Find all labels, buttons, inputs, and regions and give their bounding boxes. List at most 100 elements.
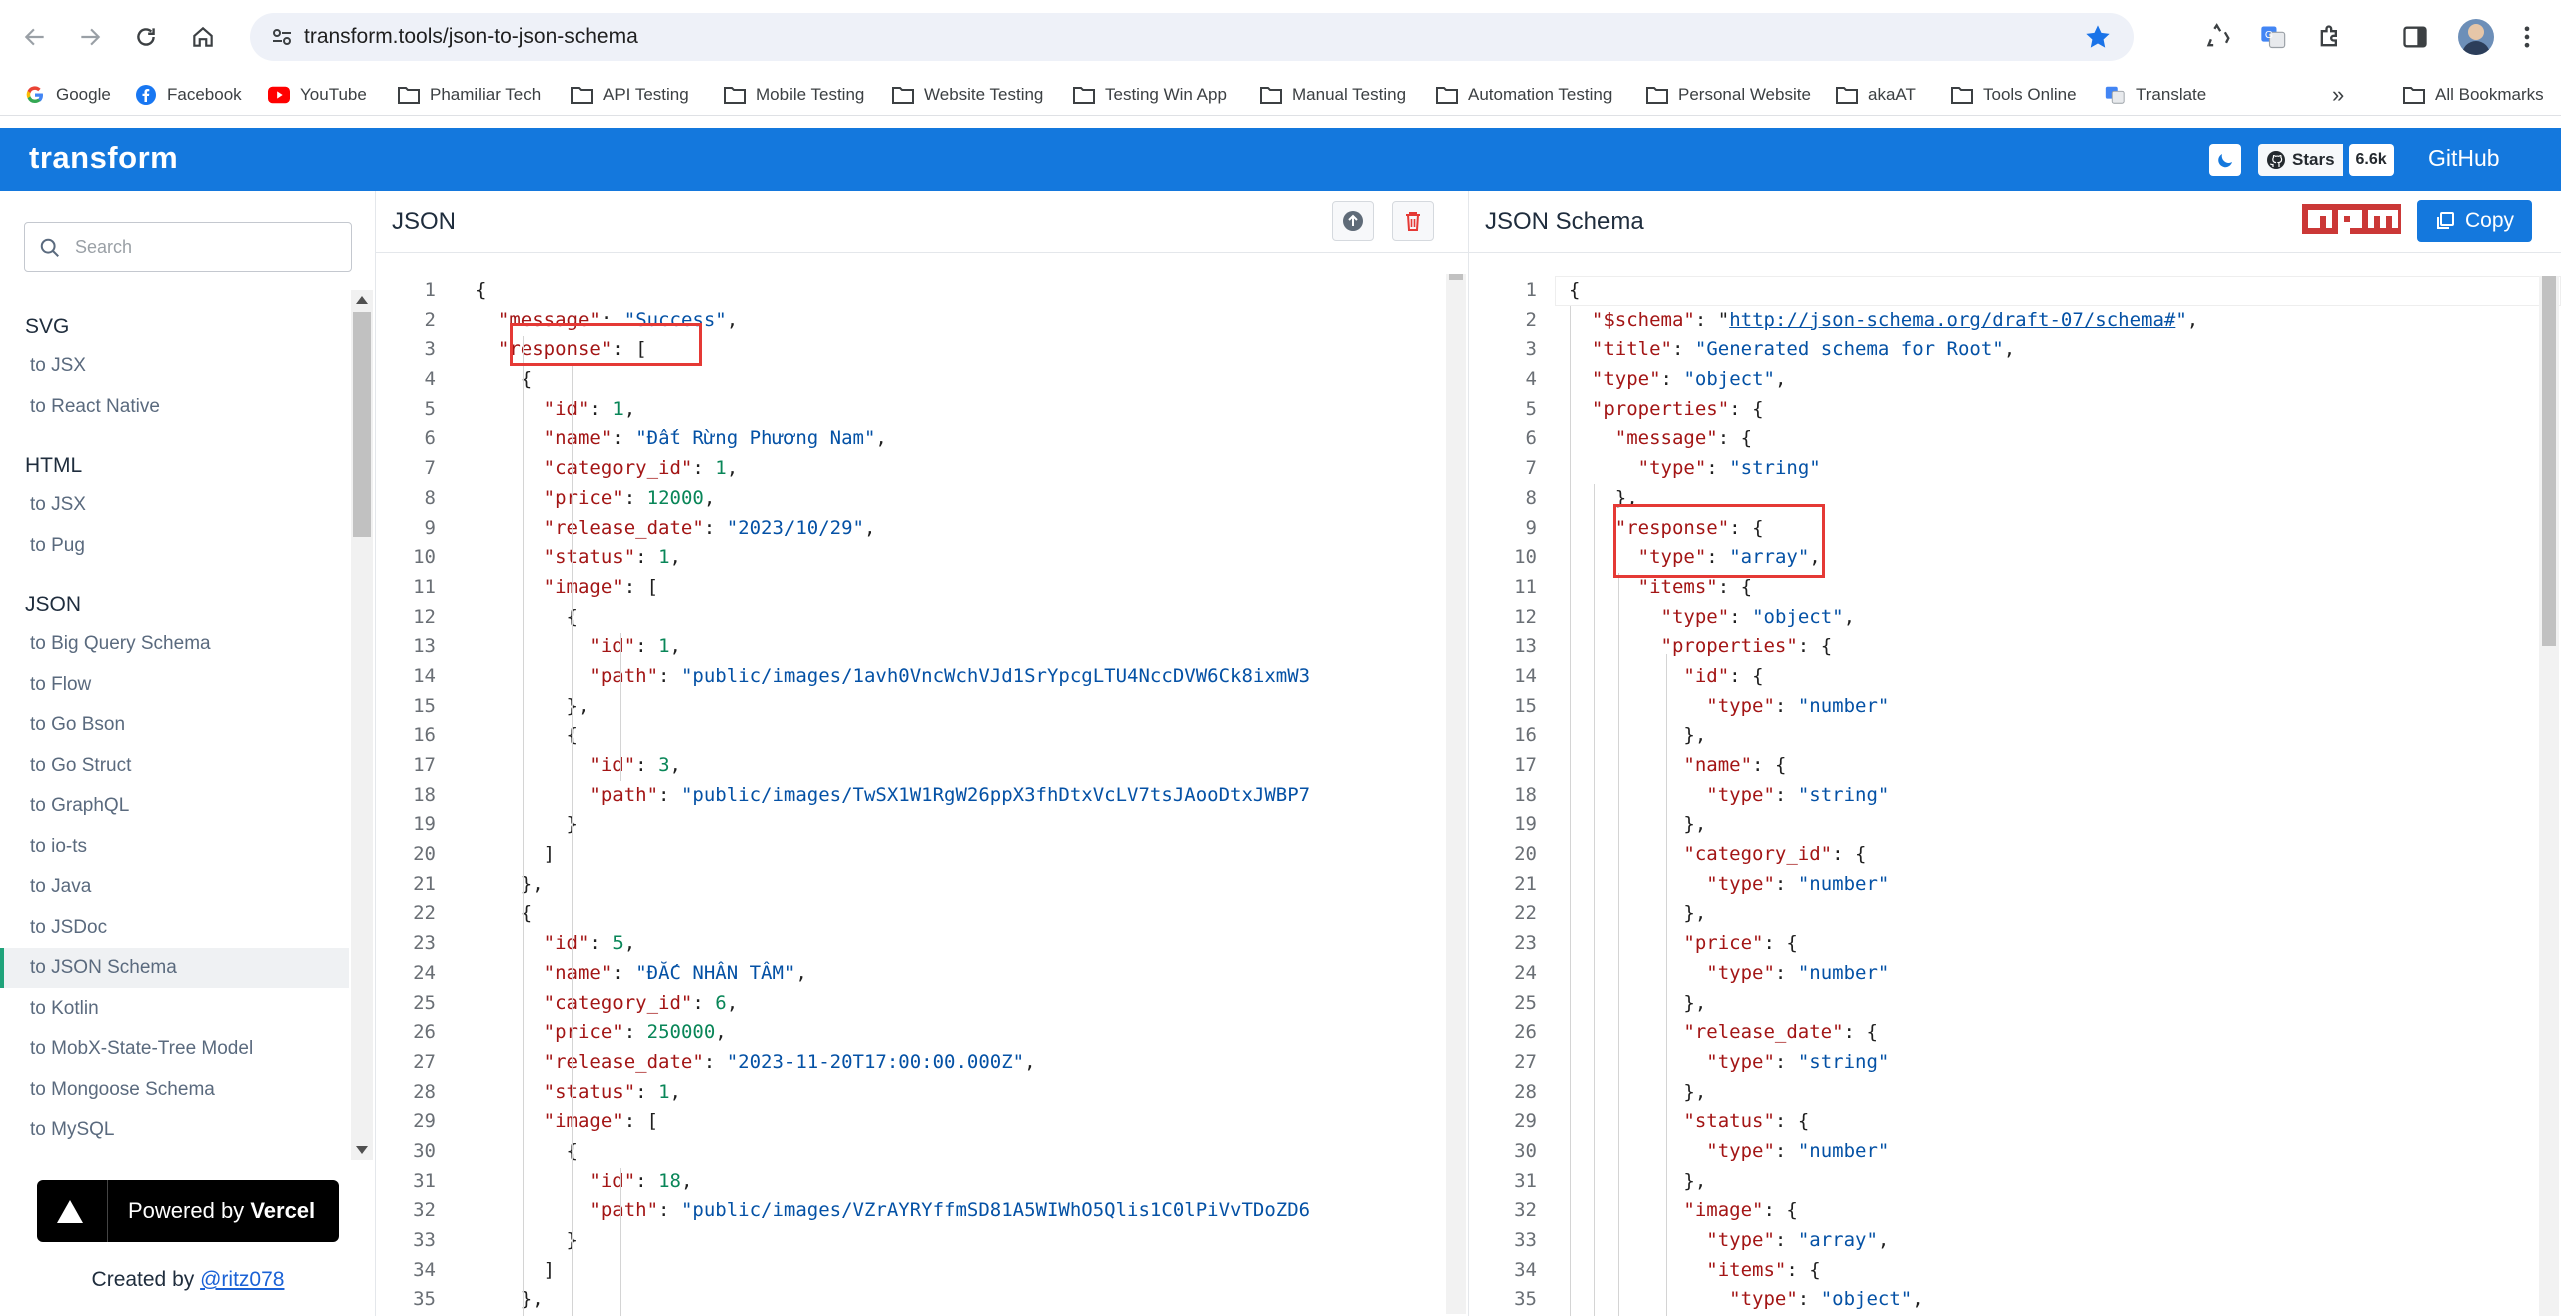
bookmark-akaat[interactable]: akaAT [1836, 83, 1916, 107]
code-line[interactable]: "type": "object", [1569, 1285, 2198, 1315]
code-line[interactable]: }, [1569, 810, 2198, 840]
code-line[interactable]: "type": "number" [1569, 692, 2198, 722]
sidebar-item-to-mongoose-schema[interactable]: to Mongoose Schema [0, 1070, 349, 1110]
code-line[interactable]: "type": "string" [1569, 1048, 2198, 1078]
code-line[interactable]: "price": { [1569, 929, 2198, 959]
sidebar-item-to-graphql[interactable]: to GraphQL [0, 786, 349, 826]
bookmark-facebook[interactable]: Facebook [135, 83, 242, 107]
code-line[interactable]: }, [1569, 484, 2198, 514]
search-box[interactable] [24, 222, 352, 272]
sidebar-item-to-kotlin[interactable]: to Kotlin [0, 989, 349, 1029]
bookmark-manual-testing[interactable]: Manual Testing [1260, 83, 1406, 107]
more-bookmarks-chevron-icon[interactable]: » [2332, 82, 2344, 107]
code-line[interactable]: "type": "string" [1569, 781, 2198, 811]
bookmark-google[interactable]: Google [24, 83, 111, 107]
code-line[interactable]: ] [475, 840, 1310, 870]
code-line[interactable]: "status": { [1569, 1107, 2198, 1137]
code-line[interactable]: "id": 1, [475, 632, 1310, 662]
forward-button[interactable] [71, 18, 109, 56]
code-line[interactable]: "items": { [1569, 573, 2198, 603]
code-line[interactable]: "name": "ĐẮC NHÂN TÂM", [475, 959, 1310, 989]
code-line[interactable]: "status": 1, [475, 543, 1310, 573]
code-line[interactable]: "items": { [1569, 1256, 2198, 1286]
code-line[interactable]: "image": [ [475, 573, 1310, 603]
code-line[interactable]: "type": "string" [1569, 454, 2198, 484]
json-schema-editor-scrollbar[interactable] [2539, 276, 2559, 1316]
brand-logo[interactable]: transform [29, 140, 178, 176]
code-line[interactable]: "type": "number" [1569, 959, 2198, 989]
code-line[interactable]: "category_id": 6, [475, 989, 1310, 1019]
sidebar-item-to-go-bson[interactable]: to Go Bson [0, 705, 349, 745]
code-line[interactable]: "price": 12000, [475, 484, 1310, 514]
bookmark-translate[interactable]: Translate [2104, 83, 2206, 107]
code-line[interactable]: }, [1569, 989, 2198, 1019]
sidebar-item-html-to-pug[interactable]: to Pug [0, 526, 349, 566]
code-line[interactable]: }, [475, 870, 1310, 900]
code-line[interactable]: "response": { [1569, 514, 2198, 544]
home-button[interactable] [184, 18, 222, 56]
json-code[interactable]: { "message": "Success", "response": [ { … [475, 276, 1310, 1315]
author-link[interactable]: @ritz078 [200, 1268, 284, 1291]
code-line[interactable]: } [475, 810, 1310, 840]
code-line[interactable]: { [475, 276, 1310, 306]
clear-button[interactable] [1392, 201, 1434, 241]
code-line[interactable]: "price": 250000, [475, 1018, 1310, 1048]
search-input[interactable] [75, 233, 335, 261]
scroll-up-arrow-icon[interactable] [356, 296, 368, 304]
github-stars-widget[interactable]: Stars 6.6k [2258, 144, 2398, 176]
code-line[interactable]: "properties": { [1569, 395, 2198, 425]
code-line[interactable]: { [475, 899, 1310, 929]
translate-extension-button[interactable]: G [2256, 20, 2290, 54]
code-line[interactable]: }, [1569, 1167, 2198, 1197]
profile-avatar[interactable] [2458, 19, 2494, 55]
scrollbar-thumb[interactable] [2542, 276, 2556, 646]
bookmark-api-testing[interactable]: API Testing [571, 83, 689, 107]
code-line[interactable]: }, [1569, 721, 2198, 751]
scrollbar-thumb[interactable] [1449, 274, 1463, 280]
theme-toggle-button[interactable] [2209, 144, 2241, 176]
code-line[interactable]: "id": 3, [475, 751, 1310, 781]
code-line[interactable]: "type": "object", [1569, 603, 2198, 633]
code-line[interactable]: "properties": { [1569, 632, 2198, 662]
code-line[interactable]: { [475, 721, 1310, 751]
all-bookmarks[interactable]: All Bookmarks [2403, 83, 2544, 107]
sidebar-item-svg-to-react-native[interactable]: to React Native [0, 387, 349, 427]
sidebar-item-html-to-jsx[interactable]: to JSX [0, 485, 349, 525]
bookmark-phamiliar-tech[interactable]: Phamiliar Tech [398, 83, 541, 107]
code-line[interactable]: "release_date": "2023-11-20T17:00:00.000… [475, 1048, 1310, 1078]
code-line[interactable]: "path": "public/images/VZrAYRYffmSD81A5W… [475, 1196, 1310, 1226]
code-line[interactable]: "id": { [1569, 662, 2198, 692]
code-line[interactable]: "message": "Success", [475, 306, 1310, 336]
sidebar-item-to-io-ts[interactable]: to io-ts [0, 827, 349, 867]
sidebar-item-to-mobx-state-tree-model[interactable]: to MobX-State-Tree Model [0, 1029, 349, 1069]
back-button[interactable] [16, 18, 54, 56]
browser-menu-button[interactable] [2510, 20, 2544, 54]
upload-button[interactable] [1332, 201, 1374, 241]
json-schema-code[interactable]: { "$schema": "http://json-schema.org/dra… [1569, 276, 2198, 1315]
scroll-down-arrow-icon[interactable] [356, 1146, 368, 1154]
code-line[interactable]: "status": 1, [475, 1078, 1310, 1108]
url-text[interactable]: transform.tools/json-to-json-schema [304, 25, 638, 49]
bookmark-testing-win-app[interactable]: Testing Win App [1073, 83, 1227, 107]
bookmark-mobile-testing[interactable]: Mobile Testing [724, 83, 864, 107]
powered-by-vercel-badge[interactable]: Powered by Vercel [37, 1180, 339, 1242]
site-info-icon[interactable] [270, 25, 294, 49]
code-line[interactable]: "type": "array", [1569, 543, 2198, 573]
code-line[interactable]: "message": { [1569, 424, 2198, 454]
sidebar-item-svg-to-jsx[interactable]: to JSX [0, 346, 349, 386]
bookmark-automation-testing[interactable]: Automation Testing [1436, 83, 1612, 107]
sidebar-scrollbar[interactable] [351, 290, 373, 1160]
code-line[interactable]: "type": "array", [1569, 1226, 2198, 1256]
json-schema-output-editor[interactable]: 1 2 3 4 5 6 7 8 9 10 11 12 13 14 15 16 17 18 19 20 21 22 23 24 2… [1469, 254, 2561, 1316]
code-line[interactable]: "type": "number" [1569, 1137, 2198, 1167]
sidebar-item-to-go-struct[interactable]: to Go Struct [0, 746, 349, 786]
code-line[interactable]: "type": "number" [1569, 870, 2198, 900]
side-panel-button[interactable] [2398, 20, 2432, 54]
code-line[interactable]: }, [475, 1285, 1310, 1315]
recycle-extension-button[interactable] [2202, 20, 2236, 54]
json-input-editor[interactable]: 1 2 3 4 5 6 7 8 9 10 11 12 13 14 15 16 17 18 19 20 21 22 23 24 2… [376, 254, 1468, 1316]
code-line[interactable]: { [475, 365, 1310, 395]
bookmark-personal-website[interactable]: Personal Website [1646, 83, 1811, 107]
address-bar[interactable]: transform.tools/json-to-json-schema [250, 13, 2134, 61]
bookmark-star-icon[interactable] [2084, 23, 2112, 51]
